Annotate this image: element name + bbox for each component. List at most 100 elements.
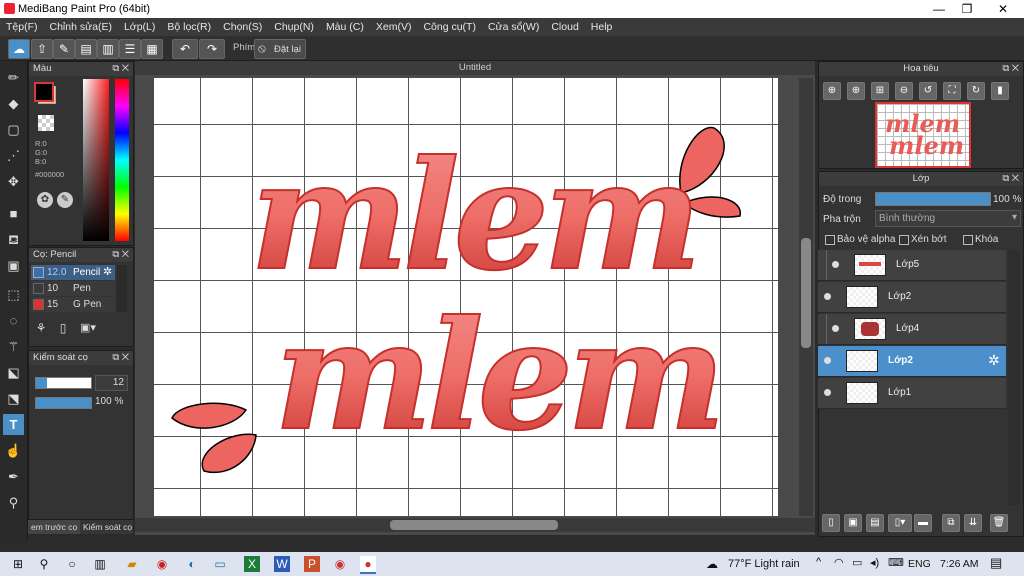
select-pen-icon[interactable]: ⬕ <box>3 362 24 383</box>
hue-slider[interactable] <box>115 79 129 241</box>
brush-item-pen[interactable]: 10 Pen <box>31 281 115 296</box>
zoom-out-icon[interactable]: ⊖ <box>895 82 913 100</box>
rotate-left-icon[interactable]: ↺ <box>919 82 937 100</box>
magic-wand-icon[interactable]: ⚚ <box>3 336 24 357</box>
rotate-right-icon[interactable]: ↻ <box>967 82 985 100</box>
tab-brush-preview[interactable]: em trước cọ <box>28 520 81 534</box>
menu-view[interactable]: Xem(V) <box>370 18 418 36</box>
foreground-color-swatch[interactable] <box>34 82 54 102</box>
menu-cloud[interactable]: Cloud <box>545 18 584 36</box>
clipping-checkbox[interactable] <box>899 235 909 245</box>
palette-icon[interactable]: ✿ <box>37 192 53 208</box>
visibility-eye-icon[interactable] <box>824 357 831 364</box>
text-tool-icon[interactable]: T <box>3 414 24 435</box>
palette-edit-icon[interactable]: ✎ <box>57 192 73 208</box>
eraser-icon[interactable]: ◆ <box>3 93 24 114</box>
add-layer-menu-icon[interactable]: ▯▾ <box>888 514 912 532</box>
lasso-icon[interactable]: ◌ <box>3 310 24 331</box>
reset-button[interactable]: ⦸ Đặt lại <box>254 39 306 59</box>
edge-icon[interactable]: ◐ <box>184 556 200 572</box>
chat-icon[interactable]: ▤ <box>75 39 97 59</box>
vertical-scrollbar[interactable] <box>799 78 813 516</box>
tab-brush-control[interactable]: Kiểm soát cọ <box>80 520 133 534</box>
volume-icon[interactable]: ◂) <box>870 556 879 569</box>
layer-row[interactable]: Lớp4 <box>818 314 1006 345</box>
new-8bit-layer-icon[interactable]: ▤ <box>866 514 884 532</box>
file-explorer-icon[interactable]: ▰ <box>124 556 140 572</box>
layer-opacity-slider[interactable] <box>875 192 991 206</box>
panel-close-icon[interactable]: ⧉ ✕ <box>1002 62 1019 76</box>
eyedropper-icon[interactable]: ⚲ <box>3 492 24 513</box>
move-icon[interactable]: ✥ <box>3 171 24 192</box>
panel-close-icon[interactable]: ⧉ ✕ <box>112 351 129 365</box>
powerpoint-icon[interactable]: P <box>304 556 320 572</box>
search-icon[interactable]: ⚲ <box>36 556 52 572</box>
panel-close-icon[interactable]: ⧉ ✕ <box>112 248 129 262</box>
list-icon[interactable]: ☰ <box>119 39 141 59</box>
zoom-in-icon[interactable]: ⊕ <box>823 82 841 100</box>
dot-icon[interactable]: ⋰ <box>3 145 24 166</box>
share-icon[interactable]: ⇧ <box>31 39 53 59</box>
menu-window[interactable]: Cửa sổ(W) <box>482 18 545 36</box>
excel-icon[interactable]: X <box>244 556 260 572</box>
gradient-icon[interactable]: ▣ <box>3 255 24 276</box>
chevron-up-icon[interactable]: ^ <box>816 556 821 568</box>
layer-row[interactable]: Lớp2 <box>818 282 1006 313</box>
select-eraser-icon[interactable]: ⬔ <box>3 388 24 409</box>
redo-icon[interactable]: ↷ <box>199 39 225 59</box>
brush-menu-icon[interactable]: ▣▾ <box>77 321 99 337</box>
brush-scrollbar[interactable] <box>117 265 127 312</box>
menu-layer[interactable]: Lớp(L) <box>118 18 161 36</box>
saturation-box[interactable] <box>83 79 109 241</box>
rectangle-icon[interactable]: ▢ <box>3 119 24 140</box>
brush-size-slider[interactable] <box>35 377 92 389</box>
layer-row[interactable]: Lớp1 <box>818 378 1006 409</box>
flip-icon[interactable]: ▮ <box>991 82 1009 100</box>
brush-item-pencil[interactable]: 12.0 Pencil ✲ <box>31 265 115 280</box>
language-icon[interactable]: ⌨ <box>888 556 904 569</box>
horizontal-scrollbar[interactable] <box>135 518 815 532</box>
canvas[interactable]: mlem mlem <box>154 78 778 516</box>
add-brush-icon[interactable]: ⚘ <box>33 321 49 337</box>
merge-layer-icon[interactable]: ⇊ <box>964 514 982 532</box>
battery-icon[interactable]: ▭ <box>852 556 862 569</box>
close-button[interactable]: ✕ <box>986 0 1020 18</box>
chrome-icon[interactable]: ◉ <box>332 556 348 572</box>
grid-icon[interactable]: ▦ <box>141 39 163 59</box>
app-icon[interactable]: ◉ <box>154 556 170 572</box>
panel-close-icon[interactable]: ⧉ ✕ <box>1002 172 1019 186</box>
layer-row-selected[interactable]: Lớp2 ✲ <box>818 346 1006 377</box>
word-icon[interactable]: W <box>274 556 290 572</box>
windows-start-icon[interactable]: ⊞ <box>10 556 26 572</box>
fill-rect-icon[interactable]: ■ <box>3 203 24 224</box>
panel-close-icon[interactable]: ⧉ ✕ <box>112 62 129 76</box>
cloud-icon[interactable]: ☁ <box>8 39 30 59</box>
brush-size-value[interactable]: 12 <box>95 375 128 391</box>
weather-text[interactable]: 77°F Light rain <box>728 558 800 570</box>
brush-opacity-slider[interactable] <box>35 397 92 409</box>
maximize-button[interactable]: ❐ <box>950 0 984 18</box>
duplicate-layer-icon[interactable]: ⧉ <box>942 514 960 532</box>
task-view-icon[interactable]: ▥ <box>92 556 108 572</box>
language-indicator[interactable]: ENG <box>908 558 931 570</box>
new-halftone-layer-icon[interactable]: ▣ <box>844 514 862 532</box>
menu-help[interactable]: Help <box>585 18 619 36</box>
select-rect-icon[interactable]: ⬚ <box>3 284 24 305</box>
layer-scrollbar[interactable] <box>1008 250 1020 505</box>
blend-mode-select[interactable]: Bình thường ▾ <box>875 210 1021 227</box>
menu-select[interactable]: Chọn(S) <box>217 18 268 36</box>
menu-file[interactable]: Tệp(F) <box>0 18 44 36</box>
gear-icon[interactable]: ✲ <box>988 352 1000 369</box>
notification-icon[interactable]: ▤ <box>990 555 1002 571</box>
visibility-eye-icon[interactable] <box>824 389 831 396</box>
horizontal-scroll-thumb[interactable] <box>390 520 558 530</box>
visibility-eye-icon[interactable] <box>832 325 839 332</box>
canvas-tab[interactable]: Untitled <box>135 61 815 75</box>
medibang-icon[interactable]: ● <box>360 556 376 574</box>
vertical-scroll-thumb[interactable] <box>801 238 811 348</box>
transparent-swatch[interactable] <box>38 115 54 131</box>
document-icon[interactable]: ▥ <box>97 39 119 59</box>
operation-icon[interactable]: ☝ <box>3 440 24 461</box>
menu-color[interactable]: Màu (C) <box>320 18 370 36</box>
menu-edit[interactable]: Chỉnh sửa(E) <box>44 18 118 36</box>
